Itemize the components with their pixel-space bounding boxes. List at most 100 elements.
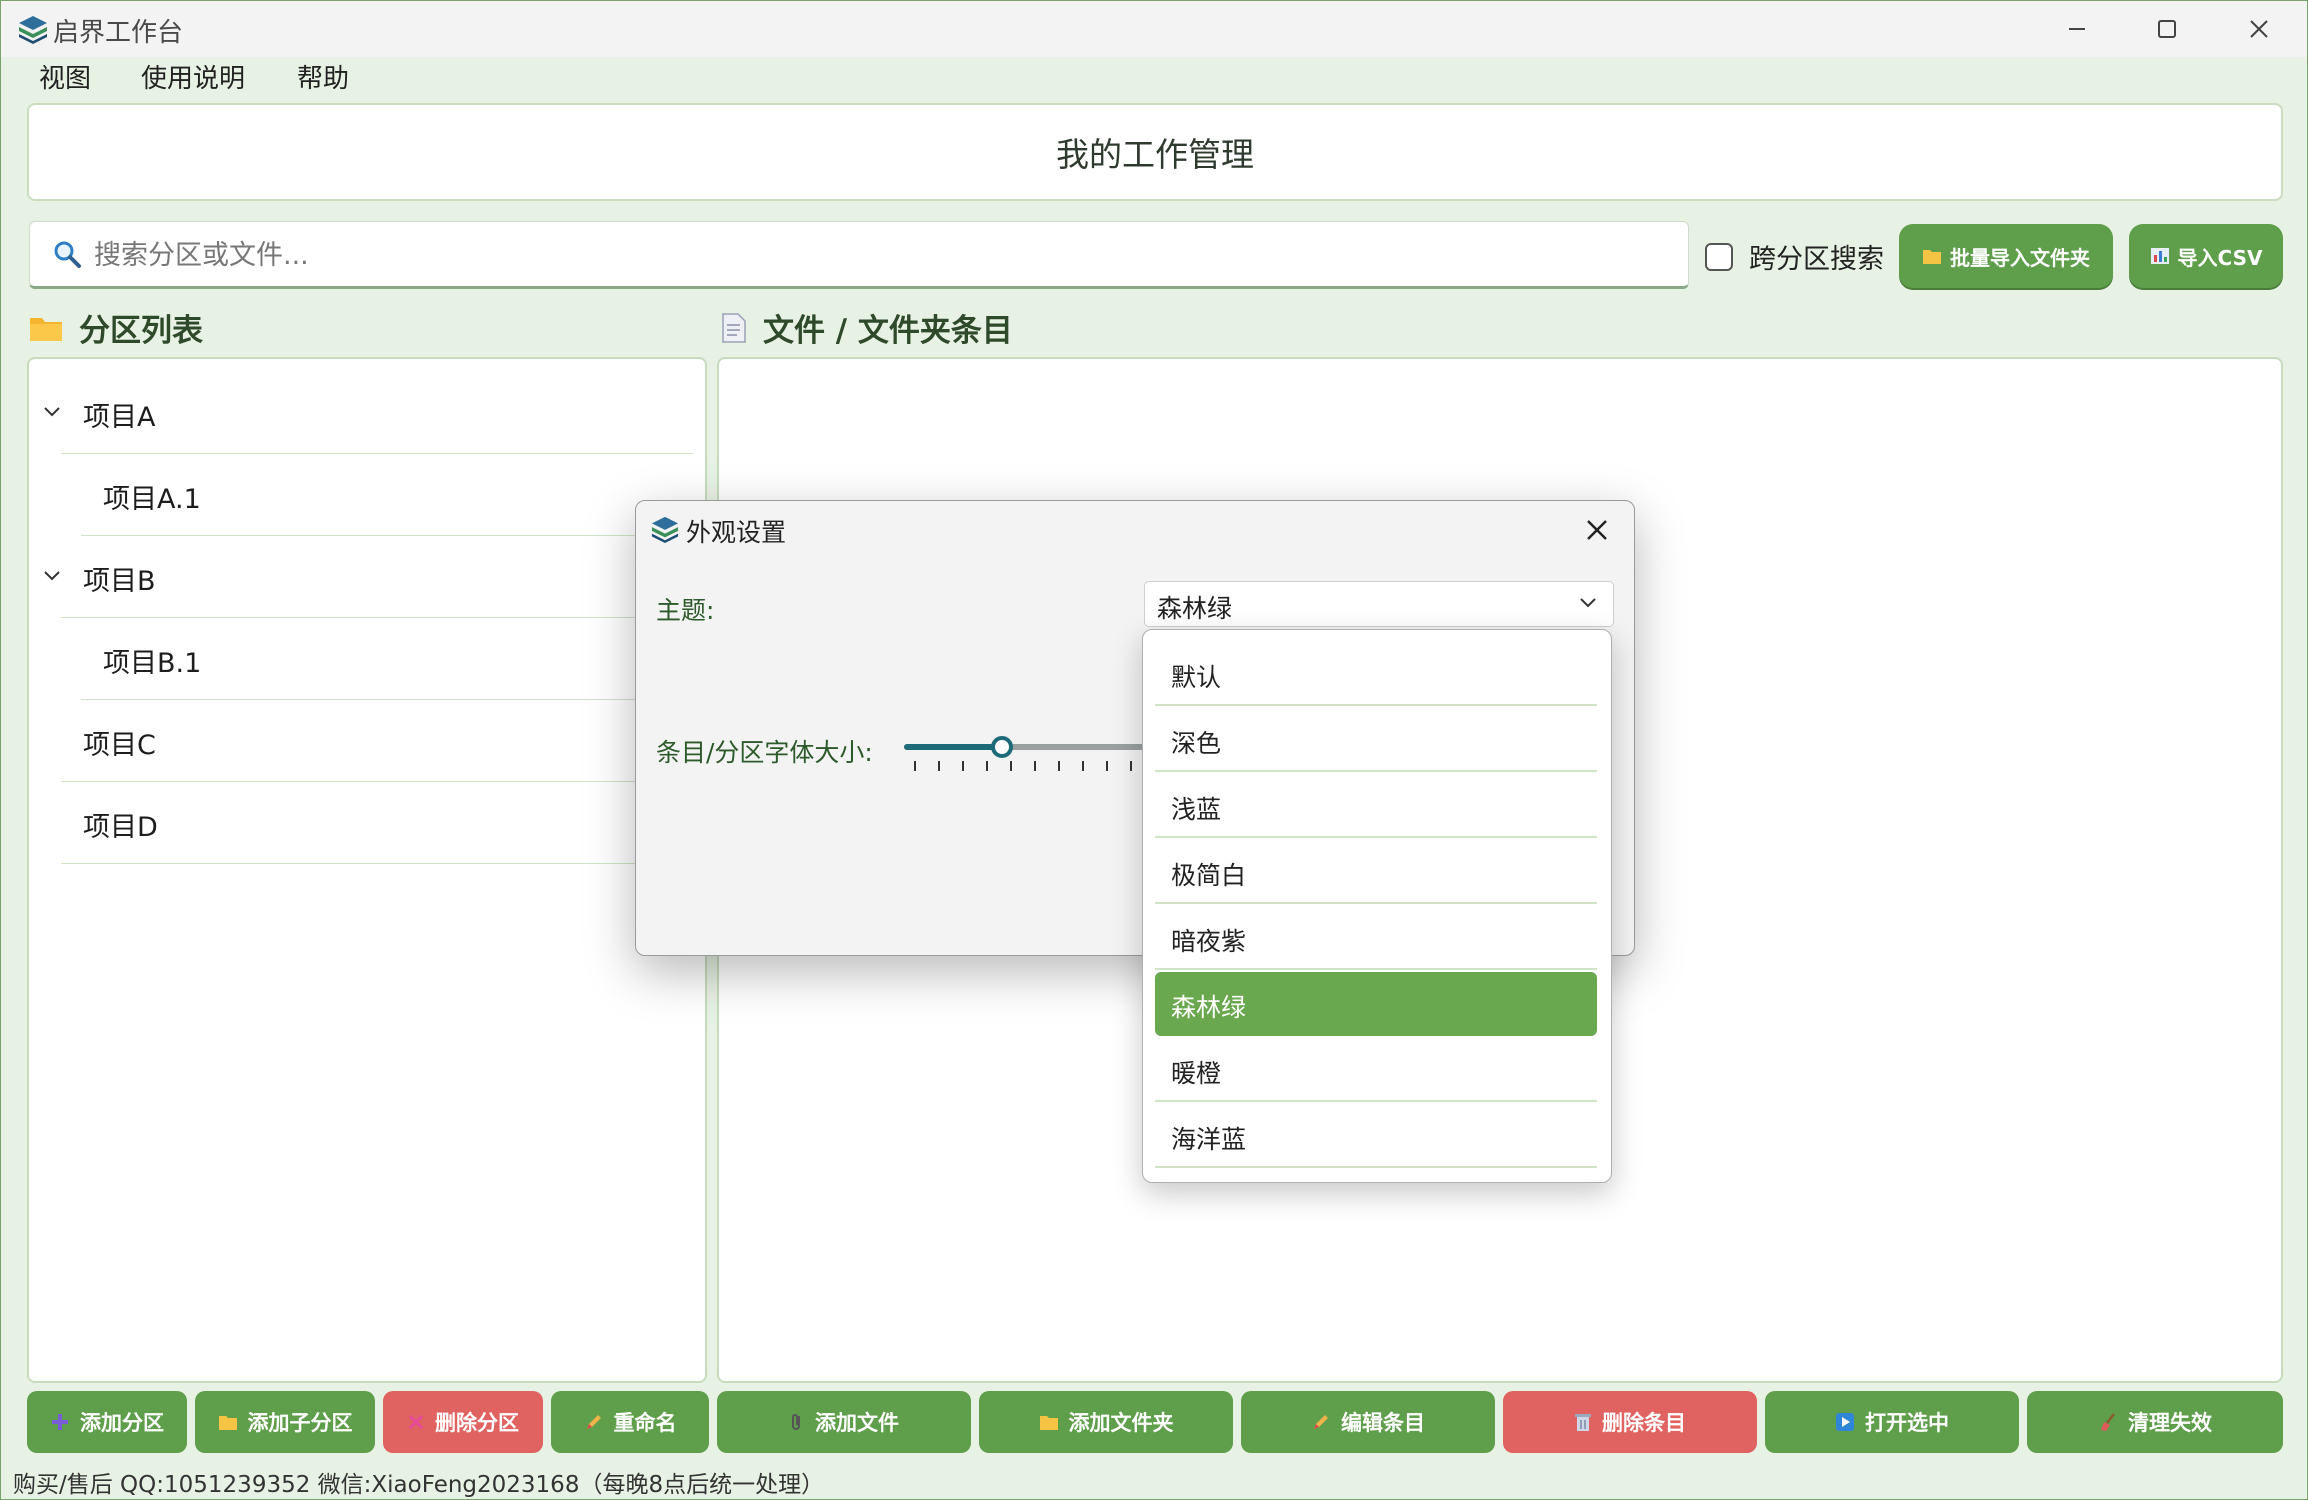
slider-tick [914,761,916,771]
partition-tree[interactable]: 项目A 项目A.1 项目B 项目B.1 项目C 项目D [27,357,707,1383]
theme-option-label: 森林绿 [1171,993,1247,1022]
partition-section-heading: 分区列表 [29,305,203,350]
slider-tick [962,761,964,771]
tree-item-project-a1[interactable]: 项目A.1 [103,477,201,516]
slider-tick [986,761,988,771]
delete-entry-button[interactable]: 删除条目 [1503,1391,1757,1453]
theme-option[interactable]: 极简白 [1155,840,1597,904]
open-selected-button[interactable]: 打开选中 [1765,1391,2019,1453]
search-bar[interactable] [29,221,1689,289]
tree-item-project-c[interactable]: 项目C [83,723,156,762]
menu-view[interactable]: 视图 [27,61,103,97]
close-icon [2250,20,2268,38]
maximize-icon [2158,20,2176,38]
tree-divider [61,781,693,782]
folder-icon [1923,250,1941,264]
batch-import-label: 批量导入文件夹 [1950,245,2090,270]
font-size-slider[interactable] [904,736,1150,758]
slider-tick [938,761,940,771]
chevron-down-icon[interactable] [43,570,61,582]
theme-option[interactable]: 深色 [1155,708,1597,772]
chevron-down-icon[interactable] [43,406,61,418]
delete-partition-label: 删除分区 [435,1411,519,1435]
app-logo-icon [651,516,679,543]
slider-fill [904,744,1003,750]
document-icon [722,312,746,343]
slider-tick [1010,761,1012,771]
title-bar[interactable]: 启界工作台 [1,1,2307,57]
theme-option-selected[interactable]: 森林绿 [1155,972,1597,1036]
tree-divider [81,699,693,700]
dialog-title: 外观设置 [686,518,787,547]
theme-option-label: 浅蓝 [1171,795,1222,824]
files-section-title: 文件 / 文件夹条目 [763,313,1013,349]
cross-search-label: 跨分区搜索 [1749,244,1884,275]
theme-option[interactable]: 默认 [1155,642,1597,706]
add-folder-button[interactable]: 添加文件夹 [979,1391,1233,1453]
chevron-down-icon [1580,598,1596,608]
edit-entry-button[interactable]: 编辑条目 [1241,1391,1495,1453]
import-csv-button[interactable]: 导入CSV [2129,224,2283,288]
app-window: 启界工作台 视图 使用说明 帮助 我的工作管理 跨分区搜索 批量导入文件夹 [0,0,2308,1500]
theme-option[interactable]: 海洋蓝 [1155,1104,1597,1168]
tree-divider [61,453,693,454]
edit-entry-label: 编辑条目 [1341,1411,1425,1435]
delete-x-icon [408,1414,424,1430]
font-size-label: 条目/分区字体大小: [656,738,873,767]
close-button[interactable] [2213,1,2305,57]
tree-divider [81,535,693,536]
slider-thumb[interactable] [991,736,1014,758]
rename-label: 重命名 [613,1411,677,1435]
plus-icon [52,1414,68,1430]
minimize-button[interactable] [2031,1,2123,57]
menu-bar: 视图 使用说明 帮助 [1,57,2307,101]
search-icon [54,241,81,268]
folder-icon [218,1416,237,1430]
tree-item-project-a[interactable]: 项目A [83,395,155,434]
clean-invalid-button[interactable]: 清理失效 [2027,1391,2283,1453]
pencil-icon [1314,1415,1328,1429]
add-folder-label: 添加文件夹 [1068,1411,1174,1435]
menu-help[interactable]: 帮助 [285,61,361,97]
partition-section-title: 分区列表 [79,313,203,349]
theme-option-label: 深色 [1171,729,1222,758]
trash-icon [1575,1414,1591,1431]
app-logo-icon [19,16,47,44]
theme-option-label: 暗夜紫 [1171,927,1247,956]
theme-label: 主题: [656,596,715,625]
close-icon[interactable] [1580,513,1614,547]
theme-option[interactable]: 暖橙 [1155,1038,1597,1102]
status-text: 购买/售后 QQ:1051239352 微信:XiaoFeng2023168（每… [13,1472,825,1498]
search-input[interactable] [92,232,1656,278]
header-panel: 我的工作管理 [27,103,2283,201]
theme-option[interactable]: 浅蓝 [1155,774,1597,838]
tree-item-project-d[interactable]: 项目D [83,805,158,844]
tree-item-project-b1[interactable]: 项目B.1 [103,641,201,680]
minimize-icon [2069,28,2085,30]
tree-item-project-b[interactable]: 项目B [83,559,156,598]
tree-divider [61,863,693,864]
menu-instructions[interactable]: 使用说明 [129,61,257,97]
theme-option-label: 海洋蓝 [1171,1125,1247,1154]
cross-partition-search[interactable]: 跨分区搜索 [1705,237,1884,276]
theme-option-label: 极简白 [1171,861,1247,890]
add-subpartition-label: 添加子分区 [247,1411,353,1435]
slider-tick [1082,761,1084,771]
theme-option[interactable]: 暗夜紫 [1155,906,1597,970]
batch-import-folder-button[interactable]: 批量导入文件夹 [1899,224,2113,288]
slider-tick [1034,761,1036,771]
add-partition-button[interactable]: 添加分区 [27,1391,187,1453]
add-subpartition-button[interactable]: 添加子分区 [195,1391,375,1453]
clean-invalid-label: 清理失效 [2128,1411,2212,1435]
delete-partition-button[interactable]: 删除分区 [383,1391,543,1453]
theme-option-label: 默认 [1171,663,1222,692]
theme-dropdown-list[interactable]: 默认 深色 浅蓝 极简白 暗夜紫 森林绿 暖橙 海洋蓝 [1142,629,1612,1183]
slider-tick [1058,761,1060,771]
maximize-button[interactable] [2121,1,2213,57]
add-file-button[interactable]: 添加文件 [717,1391,971,1453]
theme-select[interactable]: 森林绿 [1144,581,1614,627]
rename-button[interactable]: 重命名 [551,1391,709,1453]
page-title: 我的工作管理 [1056,135,1254,174]
cross-search-checkbox[interactable] [1705,242,1733,271]
tree-divider [61,617,693,618]
